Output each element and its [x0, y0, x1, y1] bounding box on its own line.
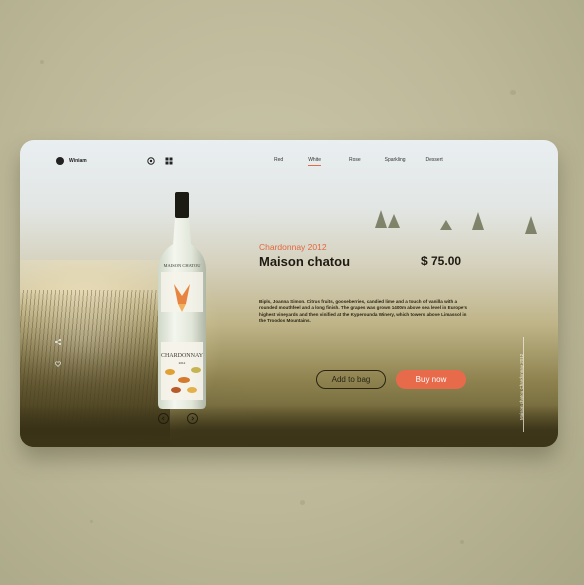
menu-item-sparkling[interactable]: Sparkling: [385, 157, 406, 163]
grid-icon[interactable]: [165, 157, 173, 165]
brand-name: Winiam: [69, 158, 87, 164]
wall-speck: [510, 90, 516, 95]
wine-icon[interactable]: [147, 157, 155, 165]
arrow-left-icon[interactable]: [158, 413, 169, 424]
tree: [525, 216, 537, 234]
grass-field-bottom: [20, 405, 558, 447]
product-subtitle: Chardonnay 2012: [259, 242, 327, 252]
vertical-label-text: Maison chatou Chardonnay 2012: [519, 353, 524, 420]
tree: [440, 220, 452, 230]
wall-speck: [300, 500, 305, 505]
product-description: Bipls, Joanna Simon. Citrus fruits, goos…: [259, 299, 468, 323]
tree: [472, 212, 484, 230]
heart-icon[interactable]: [55, 354, 61, 367]
menu-item-rose[interactable]: Rose: [349, 157, 361, 163]
vertical-product-label: Maison chatou Chardonnay 2012: [519, 330, 529, 447]
wine-bottle-image: MAISON CHATOU CHARDONNAY 2012: [158, 192, 206, 409]
buy-now-button[interactable]: Buy now: [396, 370, 466, 389]
menu-item-white[interactable]: White: [308, 157, 321, 166]
product-card: Winiam Red White Rose Sparkling Dessert: [20, 140, 558, 447]
bottle-label-top: MAISON CHATOU: [163, 263, 201, 268]
bottle-label-small: 2012: [179, 361, 186, 365]
wall-speck: [460, 540, 464, 544]
menu-item-dessert[interactable]: Dessert: [426, 157, 443, 163]
bottle-label-bottom: CHARDONNAY: [161, 353, 204, 359]
menu-item-red[interactable]: Red: [274, 157, 283, 163]
arrow-right-icon[interactable]: [187, 413, 198, 424]
nav-icons: [147, 157, 173, 165]
add-to-bag-button[interactable]: Add to bag: [316, 370, 386, 389]
share-icon[interactable]: [55, 332, 61, 345]
wall-speck: [90, 520, 93, 523]
brand-logo[interactable]: Winiam: [56, 157, 87, 165]
category-menu: Red White Rose Sparkling Dessert: [274, 157, 443, 166]
tree: [375, 210, 387, 228]
product-title: Maison chatou: [259, 254, 351, 269]
tree: [388, 214, 400, 228]
wine-icon: [56, 157, 64, 165]
wall-speck: [40, 60, 44, 64]
product-price: $ 75.00: [421, 254, 462, 268]
